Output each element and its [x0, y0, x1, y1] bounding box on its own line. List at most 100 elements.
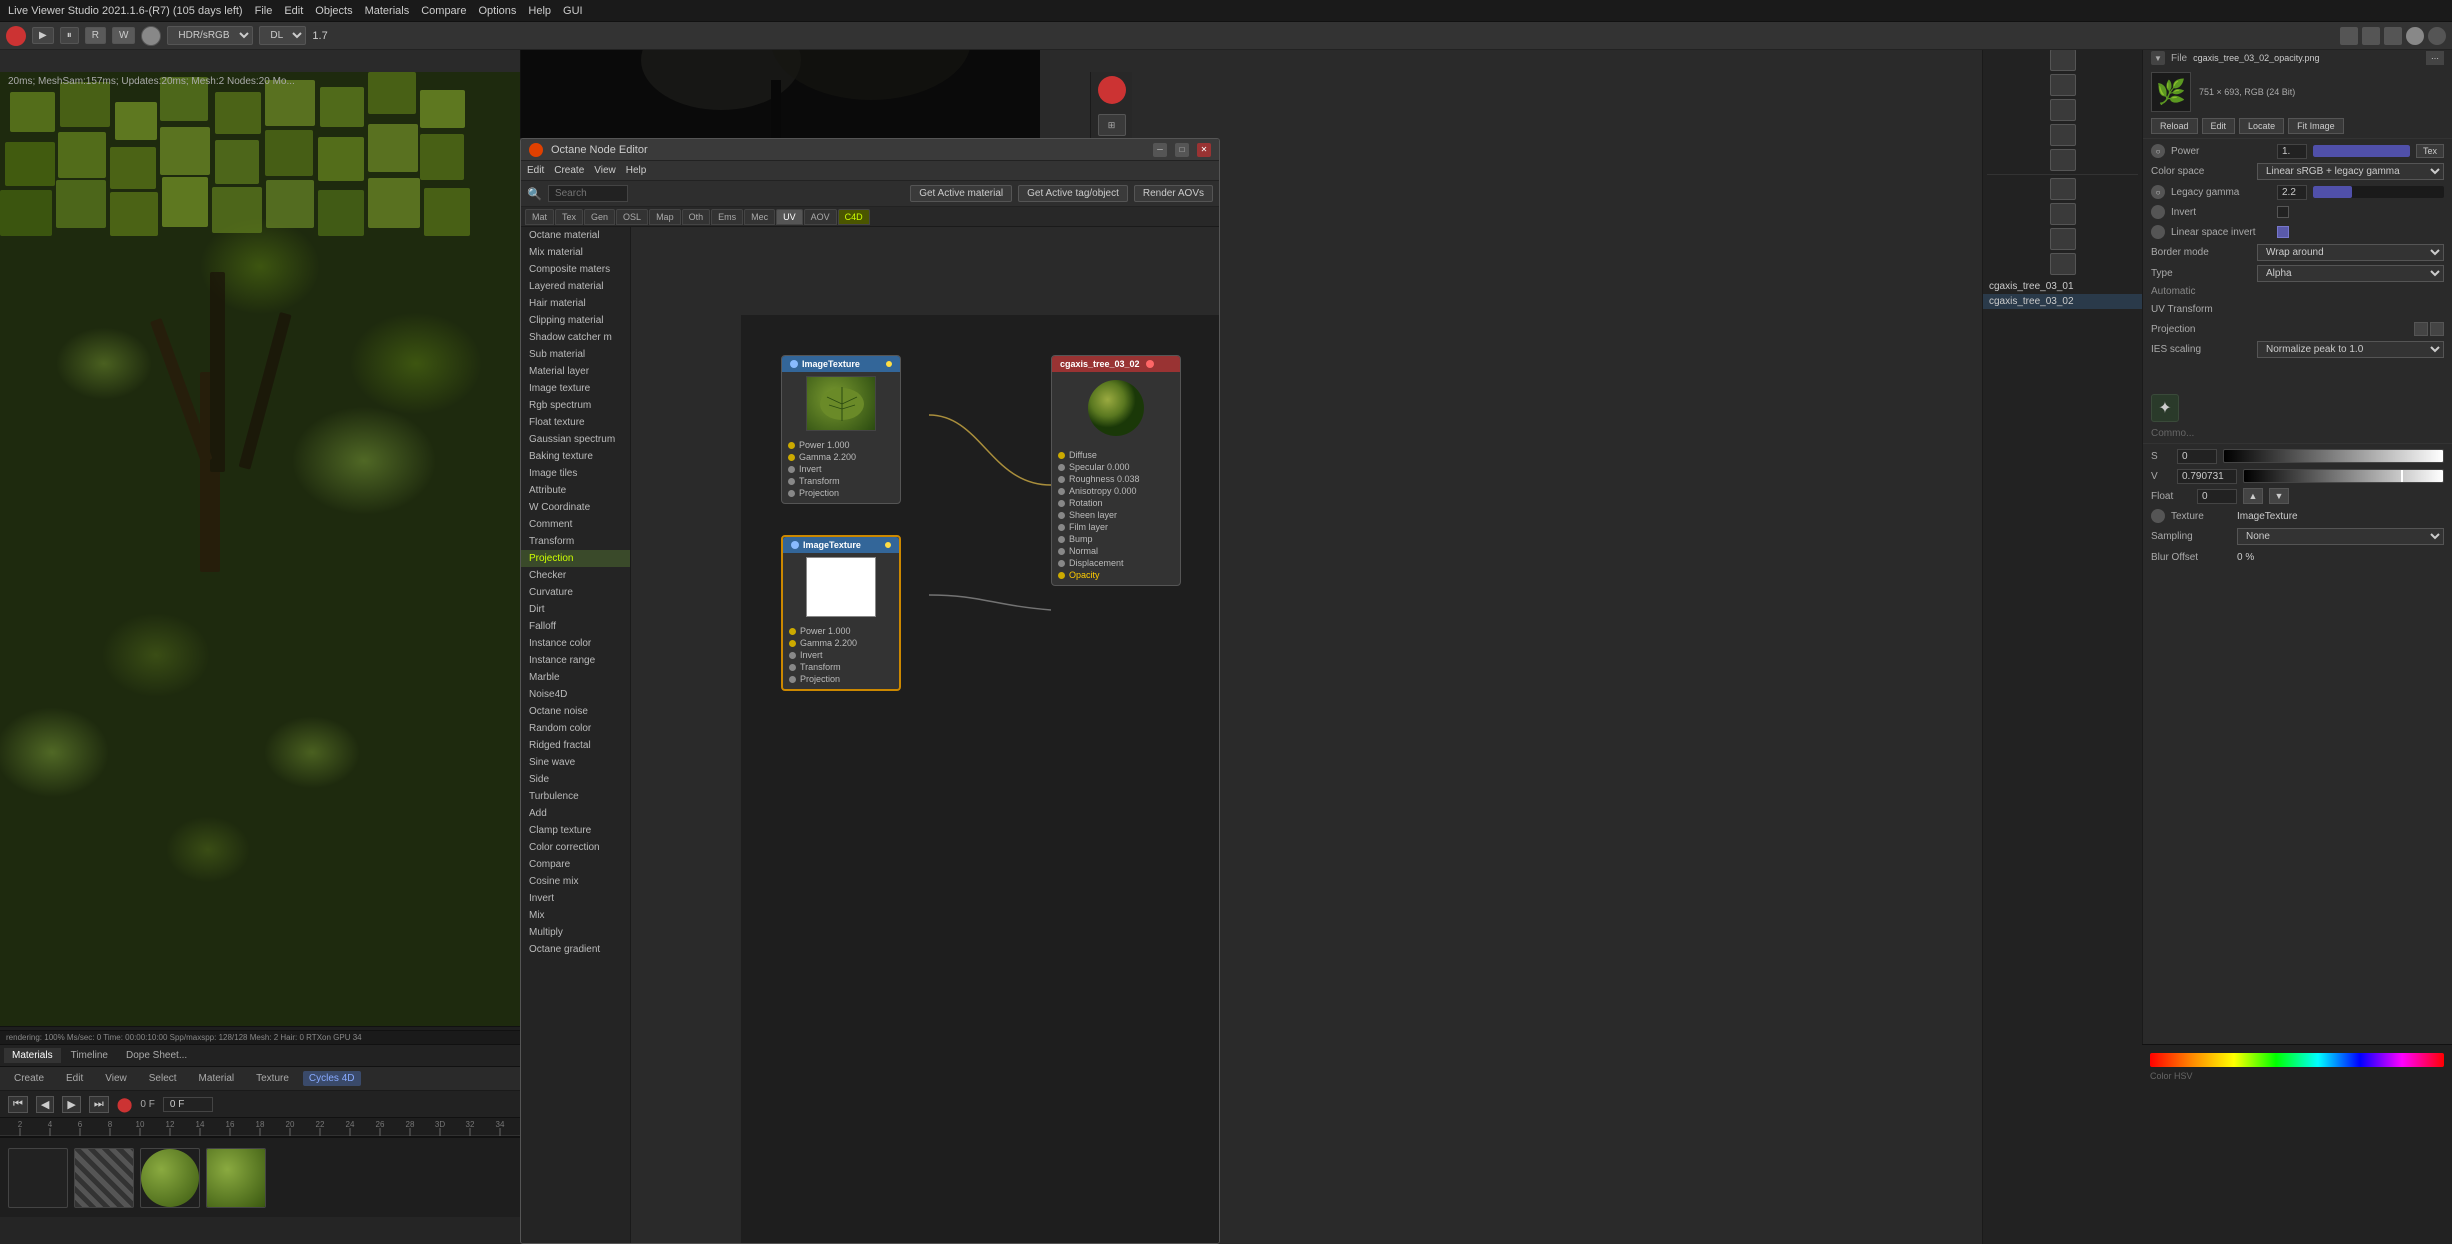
- side-item-turbulence[interactable]: Turbulence: [521, 788, 630, 805]
- render-btn[interactable]: ▶: [32, 27, 54, 44]
- play-rev-btn[interactable]: ◀: [36, 1096, 54, 1113]
- rp-edit-btn[interactable]: Edit: [2202, 118, 2236, 134]
- side-item-color-correction[interactable]: Color correction: [521, 839, 630, 856]
- maximize-btn[interactable]: □: [1175, 143, 1189, 157]
- ne-menu-edit[interactable]: Edit: [527, 165, 544, 176]
- frp-icon3[interactable]: [2050, 74, 2076, 96]
- r-btn[interactable]: R: [85, 27, 106, 44]
- rp-sampling-select[interactable]: None: [2237, 528, 2444, 545]
- side-item-dirt[interactable]: Dirt: [521, 601, 630, 618]
- close-btn[interactable]: ✕: [1197, 143, 1211, 157]
- view-btn2[interactable]: [2362, 27, 2380, 45]
- ne-canvas[interactable]: ImageTexture: [741, 315, 1220, 1244]
- record-btn[interactable]: [1098, 76, 1126, 104]
- rp-fit-image-btn[interactable]: Fit Image: [2288, 118, 2344, 134]
- side-item-invert[interactable]: Invert: [521, 890, 630, 907]
- get-active-tag-btn[interactable]: Get Active tag/object: [1018, 185, 1128, 202]
- ne-tab-gen[interactable]: Gen: [584, 209, 615, 225]
- side-item-side[interactable]: Side: [521, 771, 630, 788]
- side-item-attribute[interactable]: Attribute: [521, 482, 630, 499]
- side-item-transform[interactable]: Transform: [521, 533, 630, 550]
- side-item-multiply[interactable]: Multiply: [521, 924, 630, 941]
- viewport-3d[interactable]: 20ms; MeshSam:157ms; Updates:20ms; Mesh:…: [0, 72, 520, 1044]
- tab-materials[interactable]: Materials: [4, 1048, 61, 1063]
- get-active-material-btn[interactable]: Get Active material: [910, 185, 1012, 202]
- side-item-curvature[interactable]: Curvature: [521, 584, 630, 601]
- ne-tab-osl[interactable]: OSL: [616, 209, 648, 225]
- minimize-btn[interactable]: ─: [1153, 143, 1167, 157]
- side-item-projection[interactable]: Projection: [521, 550, 630, 567]
- hdr-select[interactable]: HDR/sRGB: [167, 26, 253, 45]
- sub-tab-edit[interactable]: Edit: [58, 1071, 91, 1086]
- sub-tab-view[interactable]: View: [97, 1071, 135, 1086]
- side-item-rgb-spectrum[interactable]: Rgb spectrum: [521, 397, 630, 414]
- ne-tab-uv[interactable]: UV: [776, 209, 803, 225]
- side-item-add[interactable]: Add: [521, 805, 630, 822]
- rp-power-input[interactable]: [2277, 144, 2307, 159]
- rp-reload-btn[interactable]: Reload: [2151, 118, 2198, 134]
- side-item-w-coord[interactable]: W Coordinate: [521, 499, 630, 516]
- mat-thumb-4[interactable]: [206, 1148, 266, 1208]
- side-item-octane-noise[interactable]: Octane noise: [521, 703, 630, 720]
- side-item-shadow[interactable]: Shadow catcher m: [521, 329, 630, 346]
- side-item-sub[interactable]: Sub material: [521, 346, 630, 363]
- rp-bordermode-select[interactable]: Wrap around: [2257, 244, 2444, 261]
- rp-ies-select[interactable]: Normalize peak to 1.0: [2257, 341, 2444, 358]
- frp-item-2[interactable]: cgaxis_tree_03_02: [1983, 294, 2142, 309]
- side-item-layered[interactable]: Layered material: [521, 278, 630, 295]
- side-item-image-texture[interactable]: Image texture: [521, 380, 630, 397]
- ne-tab-ems[interactable]: Ems: [711, 209, 743, 225]
- next-frame-btn[interactable]: ⏭: [89, 1096, 109, 1113]
- rp-v-slider[interactable]: [2243, 469, 2444, 483]
- view-btn4[interactable]: [2406, 27, 2424, 45]
- menu-edit[interactable]: Edit: [284, 5, 303, 17]
- rp-power-slider[interactable]: [2313, 145, 2410, 157]
- side-item-cosine-mix[interactable]: Cosine mix: [521, 873, 630, 890]
- w-btn[interactable]: W: [112, 27, 135, 44]
- rp-float-stepper-up[interactable]: ▲: [2243, 488, 2263, 504]
- side-item-mix[interactable]: Mix: [521, 907, 630, 924]
- frp-icon2[interactable]: [2050, 49, 2076, 71]
- menu-gui[interactable]: GUI: [563, 5, 583, 17]
- prev-frame-btn[interactable]: ⏮: [8, 1096, 28, 1113]
- ne-tab-c4d[interactable]: C4D: [838, 209, 870, 225]
- circle-btn[interactable]: [141, 26, 161, 46]
- hue-slider[interactable]: [2150, 1053, 2444, 1067]
- rp-locate-btn[interactable]: Locate: [2239, 118, 2284, 134]
- ne-menu-help[interactable]: Help: [626, 165, 647, 176]
- frp-icon8[interactable]: [2050, 203, 2076, 225]
- view-btn5[interactable]: [2428, 27, 2446, 45]
- lv-btn1[interactable]: ⊞: [1098, 114, 1126, 136]
- dl-select[interactable]: DL: [259, 26, 306, 45]
- menu-options[interactable]: Options: [478, 5, 516, 17]
- rp-invert-checkbox[interactable]: [2277, 206, 2289, 218]
- side-item-clamp-texture[interactable]: Clamp texture: [521, 822, 630, 839]
- side-item-instance-range[interactable]: Instance range: [521, 652, 630, 669]
- frame-field[interactable]: 0 F: [163, 1097, 213, 1112]
- side-item-octane-material[interactable]: Octane material: [521, 227, 630, 244]
- rp-file-browse-btn[interactable]: ⋯: [2426, 51, 2444, 65]
- rp-colorspace-select[interactable]: Linear sRGB + legacy gamma: [2257, 163, 2444, 180]
- rp-type-select[interactable]: Alpha: [2257, 265, 2444, 282]
- frp-item-1[interactable]: cgaxis_tree_03_01: [1983, 279, 2142, 294]
- side-item-falloff[interactable]: Falloff: [521, 618, 630, 635]
- proj-icon2[interactable]: [2430, 322, 2444, 336]
- node-cgaxis-material[interactable]: cgaxis_tree_03_02: [1051, 355, 1181, 586]
- side-item-mix-material[interactable]: Mix material: [521, 244, 630, 261]
- rp-float-input[interactable]: [2197, 489, 2237, 504]
- ne-tab-oth[interactable]: Oth: [682, 209, 711, 225]
- side-item-gaussian[interactable]: Gaussian spectrum: [521, 431, 630, 448]
- render-aovs-btn[interactable]: Render AOVs: [1134, 185, 1213, 202]
- side-item-checker[interactable]: Checker: [521, 567, 630, 584]
- side-item-noise4d[interactable]: Noise4D: [521, 686, 630, 703]
- ne-menu-create[interactable]: Create: [554, 165, 584, 176]
- sub-tab-cycles4d[interactable]: Cycles 4D: [303, 1071, 361, 1086]
- rp-s-input[interactable]: [2177, 449, 2217, 464]
- frp-icon9[interactable]: [2050, 228, 2076, 250]
- ne-menu-view[interactable]: View: [594, 165, 616, 176]
- ne-tab-mec[interactable]: Mec: [744, 209, 775, 225]
- sub-tab-select[interactable]: Select: [141, 1071, 185, 1086]
- side-item-ridged-fractal[interactable]: Ridged fractal: [521, 737, 630, 754]
- rp-linearinvert-checkbox[interactable]: [2277, 226, 2289, 238]
- sub-tab-texture[interactable]: Texture: [248, 1071, 297, 1086]
